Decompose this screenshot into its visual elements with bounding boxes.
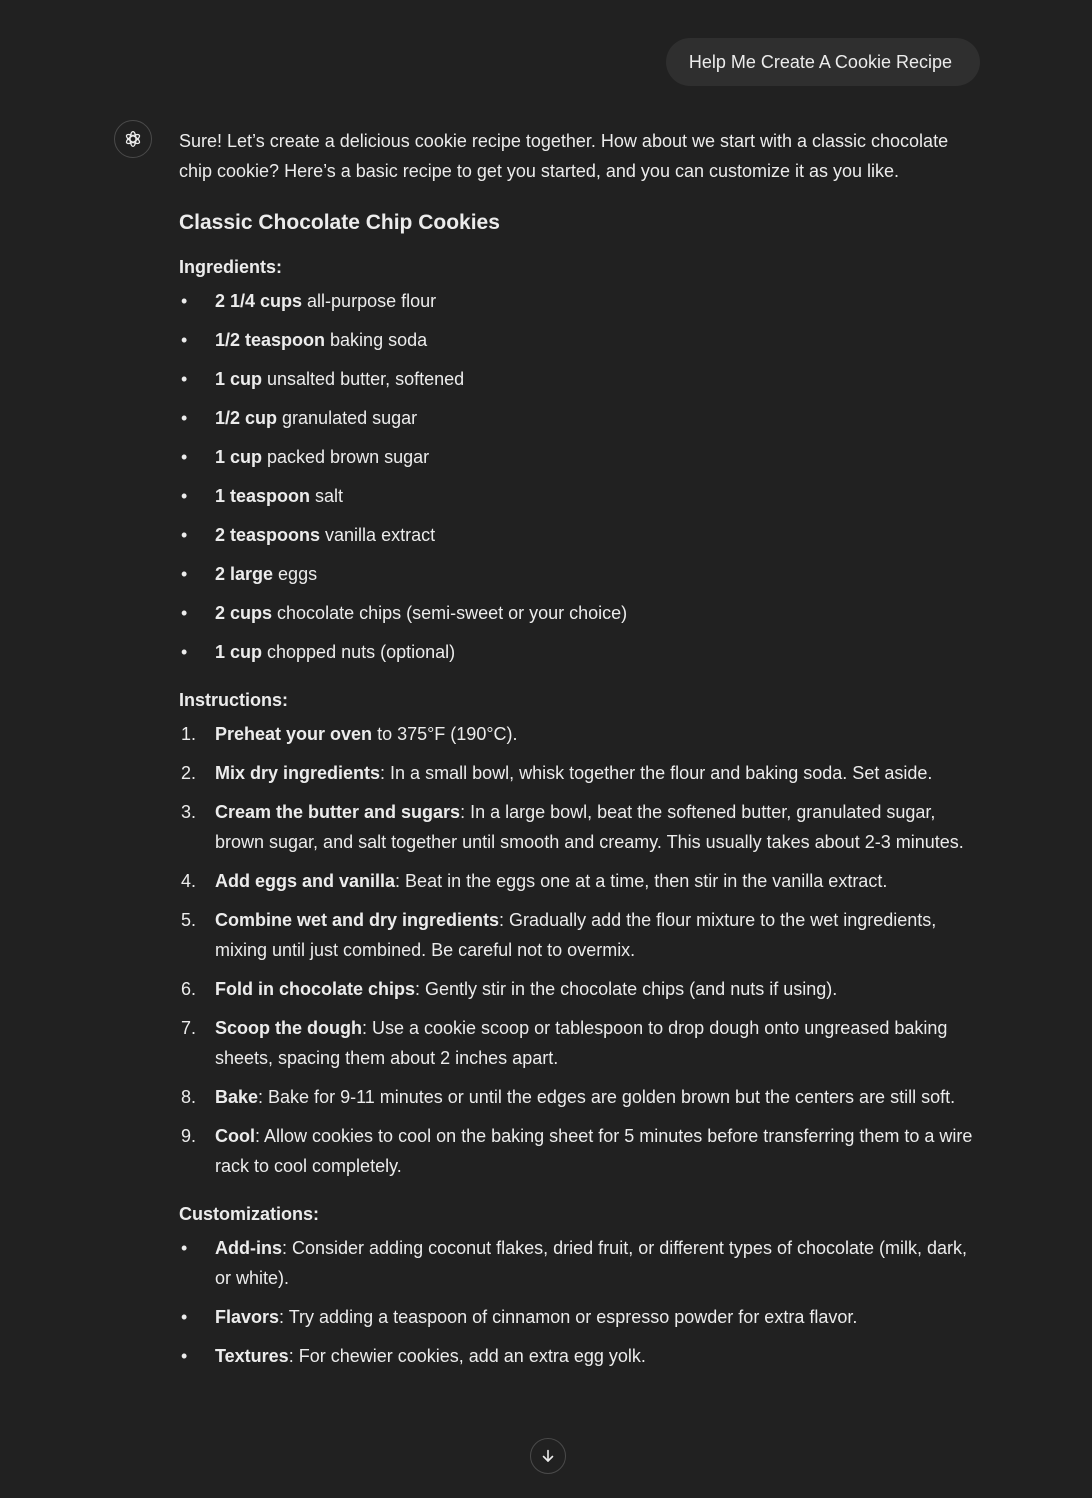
item-bold-text: 1/2 cup xyxy=(215,408,278,428)
ingredient-item: 2 cups chocolate chips (semi-sweet or yo… xyxy=(179,598,984,628)
customization-item: Flavors: Try adding a teaspoon of cinnam… xyxy=(179,1302,984,1332)
customizations-list: Add-ins: Consider adding coconut flakes,… xyxy=(179,1233,984,1371)
item-bold-text: 1 teaspoon xyxy=(215,486,311,506)
item-text: : Gently stir in the chocolate chips (an… xyxy=(415,979,838,999)
item-bold-text: Cool xyxy=(215,1126,255,1146)
item-text: eggs xyxy=(273,564,318,584)
list-number: 1. xyxy=(181,724,197,744)
item-text: : Beat in the eggs one at a time, then s… xyxy=(395,871,888,891)
item-text: : Consider adding coconut flakes, dried … xyxy=(215,1238,968,1288)
item-text: : Bake for 9-11 minutes or until the edg… xyxy=(258,1087,956,1107)
item-text: all-purpose flour xyxy=(302,291,437,311)
ingredient-item: 2 1/4 cups all-purpose flour xyxy=(179,286,984,316)
item-text: vanilla extract xyxy=(320,525,436,545)
ingredient-item: 1 cup chopped nuts (optional) xyxy=(179,637,984,667)
ingredient-item: 1/2 cup granulated sugar xyxy=(179,403,984,433)
scroll-to-bottom-button[interactable] xyxy=(530,1438,566,1474)
arrow-down-icon xyxy=(542,1449,554,1462)
item-bold-text: Combine wet and dry ingredients xyxy=(215,910,500,930)
recipe-title: Classic Chocolate Chip Cookies xyxy=(179,211,500,234)
list-number: 4. xyxy=(181,871,197,891)
ingredient-item: 1/2 teaspoon baking soda xyxy=(179,325,984,355)
item-bold-text: Mix dry ingredients xyxy=(215,763,381,783)
assistant-intro: Sure! Let’s create a delicious cookie re… xyxy=(179,131,949,181)
item-bold-text: Add eggs and vanilla xyxy=(215,871,396,891)
ingredient-item: 1 teaspoon salt xyxy=(179,481,984,511)
openai-logo-icon xyxy=(125,131,141,147)
item-text: chocolate chips (semi-sweet or your choi… xyxy=(272,603,628,623)
instruction-step: 9. Cool: Allow cookies to cool on the bak… xyxy=(179,1121,984,1181)
item-bold-text: 1 cup xyxy=(215,447,263,467)
list-number: 7. xyxy=(181,1018,197,1038)
item-text: : For chewier cookies, add an extra egg … xyxy=(288,1346,646,1366)
item-text: to 375°F (190°C). xyxy=(372,724,518,744)
item-bold-text: 2 teaspoons xyxy=(215,525,321,545)
instructions-list: 1. Preheat your oven to 375°F (190°C). 2. M… xyxy=(179,719,984,1181)
item-text: granulated sugar xyxy=(277,408,418,428)
item-bold-text: Add-ins xyxy=(215,1238,282,1258)
item-text: unsalted butter, softened xyxy=(262,369,465,389)
item-text: : Try adding a teaspoon of cinnamon or e… xyxy=(279,1307,858,1327)
item-bold-text: Bake xyxy=(215,1087,259,1107)
item-bold-text: Preheat your oven xyxy=(215,724,373,744)
item-bold-text: Textures xyxy=(215,1346,289,1366)
item-text: baking soda xyxy=(325,330,428,350)
item-bold-text: Fold in chocolate chips xyxy=(215,979,416,999)
instruction-step: 5. Combine wet and dry ingredients: Gradu… xyxy=(179,905,984,965)
customization-item: Textures: For chewier cookies, add an ex… xyxy=(179,1341,984,1371)
item-text: : In a small bowl, whisk together the fl… xyxy=(380,763,933,783)
item-text: salt xyxy=(310,486,344,506)
ingredient-item: 2 large eggs xyxy=(179,559,984,589)
item-text: : Allow cookies to cool on the baking sh… xyxy=(215,1126,973,1176)
ingredient-item: 2 teaspoons vanilla extract xyxy=(179,520,984,550)
user-message-bubble: Help Me Create A Cookie Recipe xyxy=(665,38,980,86)
list-number: 2. xyxy=(181,763,197,783)
assistant-message: Sure! Let’s create a delicious cookie re… xyxy=(179,126,984,1380)
ingredients-list: 2 1/4 cups all-purpose flour 1/2 teaspoon… xyxy=(179,286,984,667)
ingredient-item: 1 cup unsalted butter, softened xyxy=(179,364,984,394)
instruction-step: 6. Fold in chocolate chips: Gently stir i… xyxy=(179,974,984,1004)
instruction-step: 7. Scoop the dough: Use a cookie scoop or… xyxy=(179,1013,984,1073)
instruction-step: 1. Preheat your oven to 375°F (190°C). xyxy=(179,719,984,749)
item-bold-text: 1 cup xyxy=(215,369,263,389)
item-bold-text: 2 cups xyxy=(215,603,273,623)
item-bold-text: Flavors xyxy=(215,1307,280,1327)
item-text: chopped nuts (optional) xyxy=(262,642,456,662)
list-number: 9. xyxy=(181,1126,197,1146)
customizations-heading: Customizations: xyxy=(179,1204,320,1224)
ingredients-heading: Ingredients: xyxy=(179,257,283,277)
list-number: 6. xyxy=(181,979,197,999)
item-bold-text: 2 1/4 cups xyxy=(215,291,303,311)
item-bold-text: 2 large xyxy=(215,564,274,584)
list-number: 3. xyxy=(181,802,197,822)
item-bold-text: 1 cup xyxy=(215,642,263,662)
instruction-step: 4. Add eggs and vanilla: Beat in the eggs… xyxy=(179,866,984,896)
user-message-text: Help Me Create A Cookie Recipe xyxy=(688,52,952,72)
instruction-step: 2. Mix dry ingredients: In a small bowl, … xyxy=(179,758,984,788)
instructions-heading: Instructions: xyxy=(179,690,289,710)
instruction-step: 8. Bake: Bake for 9-11 minutes or until t… xyxy=(179,1082,984,1112)
assistant-avatar xyxy=(114,120,152,158)
instruction-step: 3. Cream the butter and sugars: In a larg… xyxy=(179,797,984,857)
list-number: 5. xyxy=(181,910,197,930)
item-bold-text: Scoop the dough xyxy=(215,1018,362,1038)
customization-item: Add-ins: Consider adding coconut flakes,… xyxy=(179,1233,984,1293)
item-bold-text: 1/2 teaspoon xyxy=(215,330,326,350)
item-text: packed brown sugar xyxy=(262,447,430,467)
item-bold-text: Cream the butter and sugars xyxy=(215,802,461,822)
ingredient-item: 1 cup packed brown sugar xyxy=(179,442,984,472)
list-number: 8. xyxy=(181,1087,197,1107)
